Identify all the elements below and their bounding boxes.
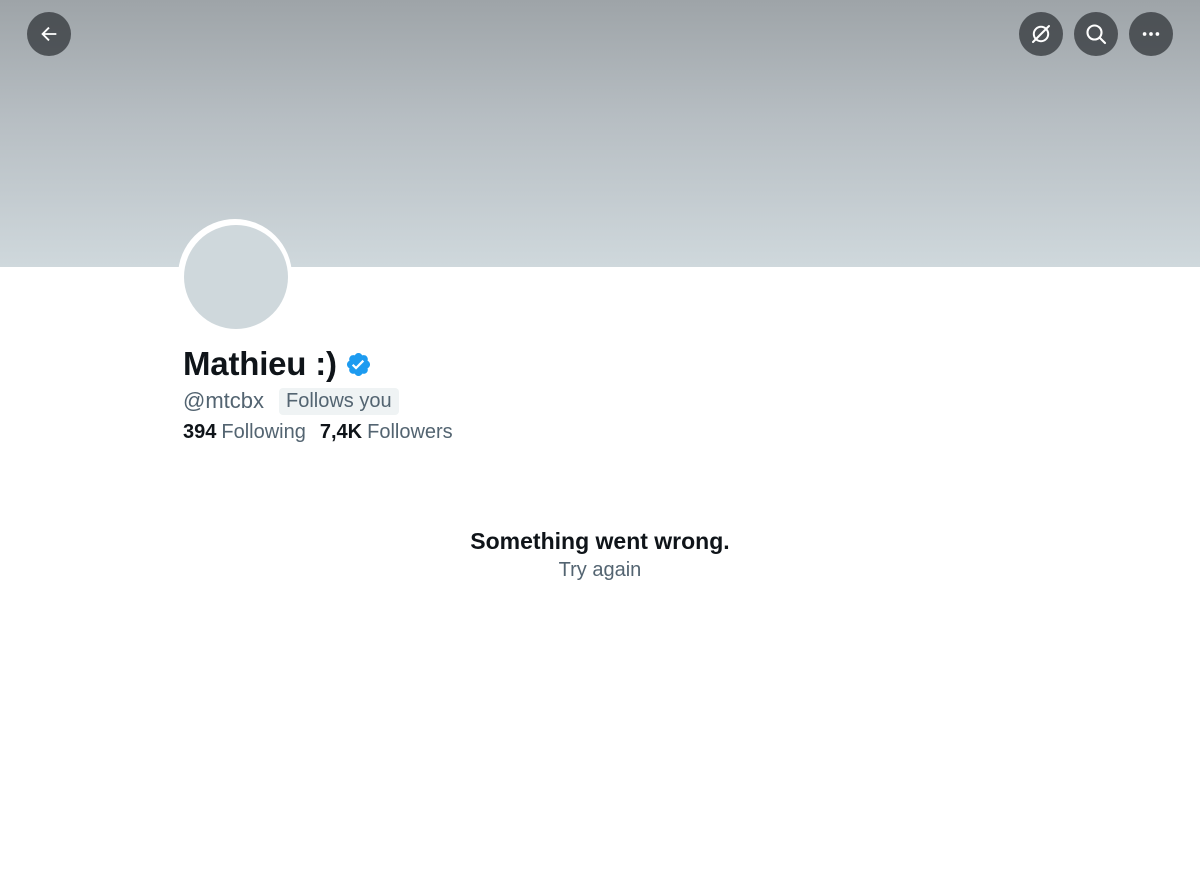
profile-handle: @mtcbx: [183, 388, 265, 413]
error-title: Something went wrong.: [470, 528, 730, 554]
handle-row: @mtcbx Follows you: [183, 386, 399, 416]
arrow-left-icon: [38, 23, 60, 45]
more-horizontal-icon: [1140, 23, 1162, 45]
search-icon: [1084, 22, 1108, 46]
following-count: 394: [183, 420, 217, 443]
avatar[interactable]: [184, 225, 288, 329]
display-name: Mathieu :): [183, 345, 337, 382]
back-button[interactable]: [27, 12, 71, 56]
search-button[interactable]: [1074, 12, 1118, 56]
verified-badge-icon[interactable]: [345, 351, 372, 378]
follows-you-badge: Follows you: [279, 387, 399, 415]
grok-button[interactable]: [1019, 12, 1063, 56]
followers-count: 7,4K: [319, 420, 363, 443]
following-link[interactable]: 394 Following: [183, 421, 306, 444]
profile-page: Mathieu :) @mtcbx Follows you 394 Follow…: [0, 0, 1200, 887]
followers-link[interactable]: 7,4K Followers: [320, 421, 453, 444]
followers-label: Followers: [367, 420, 453, 443]
error-state: Something went wrong. Try again: [0, 525, 1200, 583]
grok-icon: [1029, 22, 1053, 46]
try-again-button[interactable]: Try again: [559, 557, 642, 583]
follow-stats: 394 Following 7,4K Followers: [183, 418, 453, 446]
profile-name-row: Mathieu :): [183, 342, 372, 386]
following-label: Following: [221, 420, 306, 443]
more-button[interactable]: [1129, 12, 1173, 56]
